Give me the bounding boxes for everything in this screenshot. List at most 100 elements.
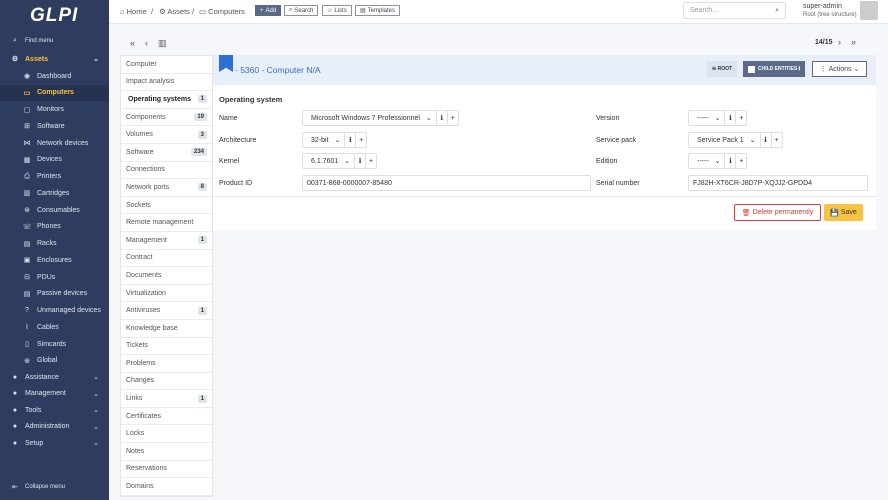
delete-permanently-button[interactable]: 🗑 Delete permanently <box>734 204 821 221</box>
save-button[interactable]: 💾 Save <box>824 204 863 221</box>
nav-next-last[interactable]: ›» <box>838 37 866 47</box>
user-entity[interactable]: Root (tree structure) <box>803 12 857 18</box>
tab-components[interactable]: Components 19 <box>121 109 212 127</box>
collapse-menu-button[interactable]: ⇤ Collapse menu <box>0 479 109 495</box>
tab-contract[interactable]: Contract <box>121 250 212 268</box>
search-button[interactable]: ⌕ Search <box>284 5 319 16</box>
tab-domains[interactable]: Domains <box>121 478 212 496</box>
item-icon: ☏ <box>22 223 32 231</box>
search-icon: ⌕ <box>13 37 17 44</box>
tab-locks[interactable]: Locks <box>121 425 212 444</box>
tab-certificates[interactable]: Certificates <box>121 408 212 426</box>
sidebar-item-simcards[interactable]: ▯ Simcards <box>0 336 109 352</box>
tab-impact-analysis[interactable]: Impact analysis <box>121 74 212 92</box>
find-menu[interactable]: ⌕ Find menu <box>0 33 109 49</box>
service-pack-select[interactable]: Service Pack 1 ⌄ ℹ + <box>688 132 783 148</box>
breadcrumb-assets[interactable]: ⚙ Assets <box>159 7 190 16</box>
tab-antiviruses[interactable]: Antiviruses 1 <box>121 302 212 320</box>
name-label: Name <box>219 115 238 122</box>
sidebar-item-global[interactable]: ⊕ Global <box>0 353 109 369</box>
architecture-select[interactable]: 32-bit ⌄ ℹ + <box>302 132 368 148</box>
section-icon: ● <box>12 406 18 414</box>
edition-select[interactable]: ----- ⌄ ℹ + <box>688 153 748 169</box>
serial-label: Serial number <box>596 180 640 187</box>
sidebar-item-devices[interactable]: ▦ Devices <box>0 152 109 168</box>
search-icon: ⌕ <box>775 7 779 14</box>
tab-operating-systems[interactable]: Operating systems 1 <box>121 91 212 109</box>
sidebar-section-setup[interactable]: ● Setup ⌄ <box>0 435 109 451</box>
item-icon: ⋈ <box>23 140 31 147</box>
actions-dropdown[interactable]: ⋮ Actions ⌄ <box>812 61 867 77</box>
tab-connections[interactable]: Connections <box>121 162 212 180</box>
sidebar-section-assistance[interactable]: ● Assistance ⌄ <box>0 369 109 385</box>
add-button[interactable]: + Add <box>255 5 282 16</box>
avatar[interactable] <box>860 1 878 20</box>
global-search-input[interactable]: Search... ⌕ <box>683 2 786 19</box>
sidebar-item-enclosures[interactable]: ▣ Enclosures <box>0 252 109 268</box>
item-icon: ⊕ <box>24 357 30 365</box>
tab-count-badge: 1 <box>197 306 207 315</box>
tab-tickets[interactable]: Tickets <box>121 338 212 356</box>
child-entities-toggle[interactable]: CHILD ENTITIES ℹ <box>743 61 806 77</box>
item-icon: ⊛ <box>24 207 30 214</box>
sidebar-item-unmanaged-devices[interactable]: ? Unmanaged devices <box>0 303 109 319</box>
sidebar-item-passive-devices[interactable]: ▤ Passive devices <box>0 286 109 302</box>
sidebar-section-management[interactable]: ● Management ⌄ <box>0 386 109 402</box>
sidebar-item-cables[interactable]: ⌇ Cables <box>0 319 109 335</box>
tab-sockets[interactable]: Sockets <box>121 197 212 215</box>
user-name[interactable]: super-admin <box>803 3 842 10</box>
item-icon: ⊟ <box>24 274 30 281</box>
sidebar-item-racks[interactable]: ▤ Racks <box>0 236 109 252</box>
tab-count-badge: 1 <box>197 95 207 104</box>
glpi-logo[interactable]: GLPI <box>30 5 78 27</box>
sidebar-section-tools[interactable]: ● Tools ⌄ <box>0 402 109 418</box>
lists-button[interactable]: ☆ Lists <box>322 5 352 16</box>
sidebar-section-administration[interactable]: ● Administration ⌄ <box>0 419 109 435</box>
sidebar-item-consumables[interactable]: ⊛ Consumables <box>0 202 109 218</box>
kernel-label: Kernel <box>219 158 240 165</box>
sidebar-item-printers[interactable]: ⎙ Printers <box>0 169 109 185</box>
tab-remote-management[interactable]: Remote management <box>121 214 212 232</box>
tab-knowledge-base[interactable]: Knowledge base <box>121 320 212 338</box>
sidebar-item-network-devices[interactable]: ⋈ Network devices <box>0 135 109 151</box>
version-label: Version <box>596 115 620 122</box>
tab-network-ports[interactable]: Network ports 8 <box>121 179 212 197</box>
sidebar-item-phones[interactable]: ☏ Phones <box>0 219 109 235</box>
tab-software[interactable]: Software 234 <box>121 144 212 162</box>
item-icon: ⎙ <box>24 172 30 180</box>
tab-virtualization[interactable]: Virtualization <box>121 285 212 303</box>
breadcrumb-home[interactable]: ⌂ Home <box>120 7 147 16</box>
breadcrumb-computers[interactable]: ▭ Computers <box>199 7 245 16</box>
sidebar-item-cartridges[interactable]: ▥ Cartridges <box>0 185 109 201</box>
bookmark-icon <box>219 55 233 72</box>
tab-computer[interactable]: Computer <box>121 56 212 74</box>
serial-number-input[interactable]: FJ82H-XT6CR-J8D7P-XQJJ2-GPDD4 <box>688 175 868 191</box>
sidebar-item-software[interactable]: ⊞ Software <box>0 118 109 134</box>
tab-volumes[interactable]: Volumes 3 <box>121 126 212 144</box>
sidebar-section-assets[interactable]: ⚙ Assets ⌄ <box>0 51 109 67</box>
tab-links[interactable]: Links 1 <box>121 390 212 408</box>
tab-count-badge: 234 <box>190 148 207 157</box>
service-pack-label: Service pack <box>596 137 637 144</box>
sidebar-item-monitors[interactable]: ▢ Monitors <box>0 102 109 118</box>
sidebar-item-dashboard[interactable]: ◉ Dashboard <box>0 68 109 84</box>
kernel-select[interactable]: 6.1.7601 ⌄ ℹ + <box>302 153 378 169</box>
tab-reservations[interactable]: Reservations <box>121 461 212 479</box>
item-icon: ◉ <box>23 73 31 80</box>
sidebar-item-computers[interactable]: ▭ Computers <box>0 84 109 101</box>
tab-documents[interactable]: Documents <box>121 267 212 285</box>
tab-problems[interactable]: Problems <box>121 355 212 373</box>
sidebar-item-pdus[interactable]: ⊟ PDUs <box>0 269 109 285</box>
tab-count-badge: 1 <box>197 394 207 403</box>
assets-icon: ⚙ <box>11 56 19 63</box>
tab-notes[interactable]: Notes <box>121 443 212 461</box>
version-select[interactable]: ----- ⌄ ℹ + <box>688 110 748 126</box>
nav-first-prev[interactable]: «‹▥ <box>130 38 177 49</box>
tab-list: Computer Impact analysis Operating systems… <box>120 55 213 497</box>
item-icon: ▢ <box>23 106 31 114</box>
tab-changes[interactable]: Changes <box>121 373 212 391</box>
product-id-input[interactable]: 00371-868-0000007-85480 <box>302 175 591 191</box>
templates-button[interactable]: ▤ Templates <box>355 5 401 16</box>
tab-management[interactable]: Management 1 <box>121 232 212 250</box>
os-name-select[interactable]: Microsoft Windows 7 Professionnel ⌄ ℹ + <box>302 110 459 126</box>
